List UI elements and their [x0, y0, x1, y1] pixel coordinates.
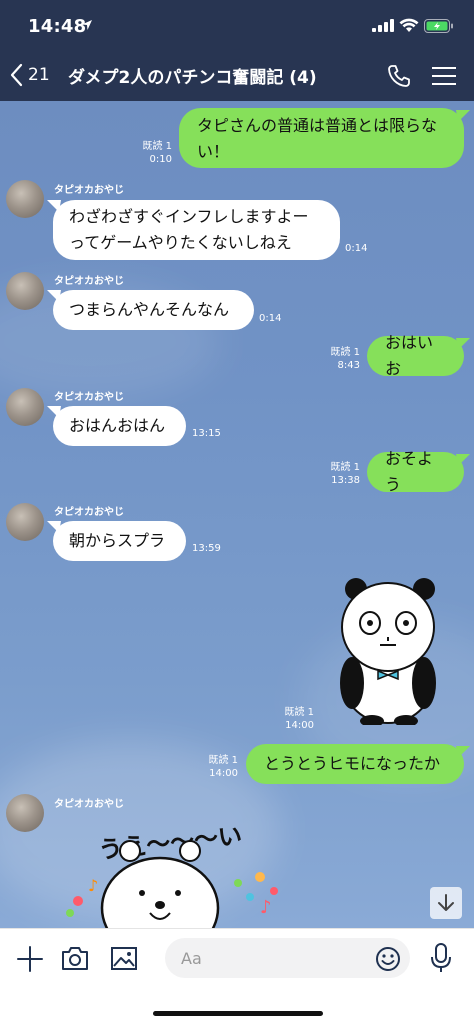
location-arrow-icon — [82, 20, 92, 30]
status-time: 14:48 — [28, 16, 87, 37]
message-time: 14:00 — [209, 768, 238, 779]
read-receipt: 既読 1 — [284, 707, 314, 718]
camera-icon[interactable] — [60, 944, 90, 972]
signal-icon — [372, 19, 394, 32]
message-meta: 既読 1 8:43 — [308, 346, 360, 372]
outgoing-message[interactable]: おはいお — [367, 333, 464, 378]
read-receipt: 既読 1 — [330, 462, 360, 473]
message-text: おそよう — [385, 449, 434, 494]
message-text: ってゲームやりたくないしねえ — [69, 233, 292, 252]
avatar[interactable] — [6, 272, 44, 310]
message-meta: 既読 1 14:00 — [186, 754, 238, 780]
message-time: 13:59 — [192, 543, 221, 554]
navigation-bar: 21 ダメプ2人のパチンコ奮闘記 (4) — [0, 50, 474, 101]
bubble-tail — [456, 454, 470, 466]
avatar[interactable] — [6, 388, 44, 426]
sender-name: タピオカおやじ — [54, 185, 124, 196]
home-indicator[interactable] — [153, 1011, 323, 1016]
chat-messages-area[interactable]: 既読 1 0:10 タピさんの普通は普通とは限らな い！ タピオカおやじ わざわ… — [0, 101, 474, 928]
message-time: 0:10 — [149, 154, 172, 165]
message-time: 13:15 — [192, 428, 221, 439]
emoji-icon[interactable] — [374, 945, 402, 973]
incoming-message[interactable]: わざわざすぐインフレしますよー ってゲームやりたくないしねえ — [53, 200, 340, 260]
svg-text:♪: ♪ — [88, 876, 98, 895]
outgoing-message[interactable]: タピさんの普通は普通とは限らな い！ — [179, 108, 464, 168]
message-input-bar: Aa — [0, 928, 474, 1024]
bear-illustration: ♪ ♪ — [66, 840, 278, 928]
bubble-tail — [456, 746, 470, 758]
incoming-message[interactable]: おはんおはん — [53, 406, 186, 446]
message-text: おはいお — [385, 333, 434, 378]
plus-icon[interactable] — [16, 945, 44, 973]
read-receipt: 既読 1 — [142, 141, 172, 152]
incoming-message[interactable]: つまらんやんそんなん — [53, 290, 254, 330]
input-placeholder: Aa — [181, 948, 202, 968]
panda-sticker[interactable] — [332, 575, 442, 725]
sender-name: タピオカおやじ — [54, 507, 124, 518]
message-text: わざわざすぐインフレしますよー — [69, 207, 309, 226]
message-time: 8:43 — [337, 360, 360, 371]
chat-header: 14:48 21 ダメプ2人のパチンコ奮闘記 (4) — [0, 0, 474, 101]
back-button[interactable]: 21 — [10, 60, 50, 90]
incoming-message[interactable]: 朝からスプラ — [53, 521, 186, 561]
message-time: 14:00 — [285, 720, 314, 731]
sender-name: タピオカおやじ — [54, 392, 124, 403]
unread-count: 21 — [28, 65, 50, 85]
message-time: 13:38 — [331, 475, 360, 486]
message-meta: 既読 1 13:38 — [308, 461, 360, 487]
bubble-tail — [456, 110, 470, 122]
status-bar: 14:48 — [0, 0, 474, 50]
message-meta: 既読 1 0:10 — [120, 140, 172, 166]
message-text: タピさんの普通は普通とは限らな — [197, 116, 438, 135]
outgoing-message[interactable]: おそよう — [367, 449, 464, 494]
outgoing-message[interactable]: とうとうヒモになったか — [246, 744, 464, 784]
avatar[interactable] — [6, 180, 44, 218]
message-text: い！ — [197, 142, 230, 161]
message-meta: 既読 1 14:00 — [262, 706, 314, 732]
phone-icon[interactable] — [385, 62, 413, 90]
message-time: 0:14 — [345, 243, 368, 254]
microphone-icon[interactable] — [428, 942, 454, 974]
avatar[interactable] — [6, 794, 44, 832]
read-receipt: 既読 1 — [208, 755, 238, 766]
bear-sticker[interactable]: うえ〜〜〜い ♪ ♪ — [60, 813, 300, 928]
chat-title: ダメプ2人のパチンコ奮闘記 (4) — [68, 68, 317, 88]
message-text: 朝からスプラ — [69, 531, 166, 550]
message-time: 0:14 — [259, 313, 282, 324]
image-icon[interactable] — [110, 944, 138, 972]
wifi-icon — [399, 18, 419, 32]
scroll-to-bottom-button[interactable] — [430, 887, 462, 919]
message-text: とうとうヒモになったか — [264, 754, 441, 773]
sender-name: タピオカおやじ — [54, 276, 124, 287]
sender-name: タピオカおやじ — [54, 799, 124, 810]
read-receipt: 既読 1 — [330, 347, 360, 358]
avatar[interactable] — [6, 503, 44, 541]
menu-icon[interactable] — [432, 66, 456, 86]
message-text: おはんおはん — [69, 416, 166, 435]
chevron-left-icon — [10, 63, 23, 87]
bubble-tail — [456, 338, 470, 350]
svg-text:♪: ♪ — [260, 897, 272, 918]
message-text: つまらんやんそんなん — [69, 300, 230, 319]
arrow-down-icon — [438, 894, 454, 911]
battery-icon — [424, 19, 453, 33]
